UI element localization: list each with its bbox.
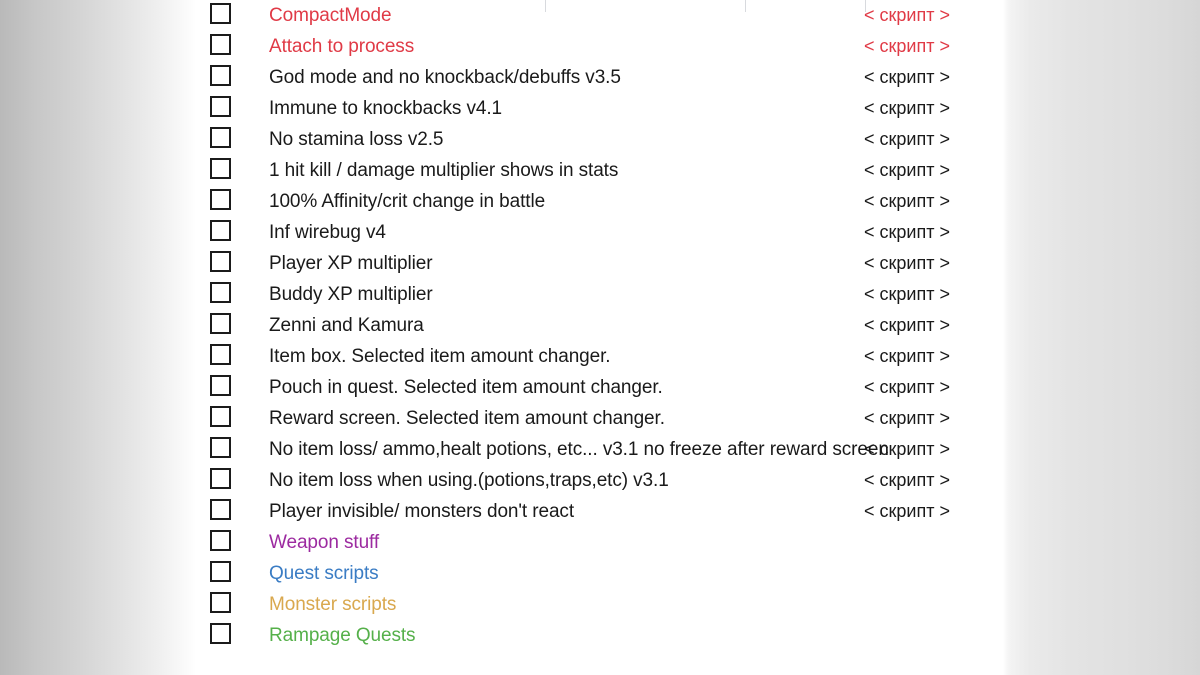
cheat-entry-value[interactable]: < скрипт > — [864, 93, 950, 124]
enable-checkbox[interactable] — [210, 127, 231, 148]
cheat-table-row[interactable]: No item loss/ ammo,healt potions, etc...… — [196, 434, 1003, 465]
cheat-table-row[interactable]: Item box. Selected item amount changer. <… — [196, 341, 1003, 372]
right-gutter — [1003, 0, 1200, 675]
enable-checkbox[interactable] — [210, 282, 231, 303]
cheat-entry-value[interactable]: < скрипт > — [864, 186, 950, 217]
cheat-table-row[interactable]: Player XP multiplier < скрипт > — [196, 248, 1003, 279]
enable-checkbox[interactable] — [210, 96, 231, 117]
enable-checkbox[interactable] — [210, 189, 231, 210]
cheat-entry-description[interactable]: No stamina loss v2.5 — [269, 124, 443, 155]
cheat-entry-description[interactable]: 100% Affinity/crit change in battle — [269, 186, 545, 217]
cheat-table-row[interactable]: Quest scripts — [196, 558, 1003, 589]
cheat-entry-description[interactable]: Item box. Selected item amount changer. — [269, 341, 611, 372]
cheat-table-row[interactable]: Rampage Quests — [196, 620, 1003, 651]
cheat-table-row[interactable]: Buddy XP multiplier < скрипт > — [196, 279, 1003, 310]
cheat-table-row[interactable]: Weapon stuff — [196, 527, 1003, 558]
cheat-entry-value[interactable]: < скрипт > — [864, 62, 950, 93]
cheat-entry-value[interactable]: < скрипт > — [864, 217, 950, 248]
enable-checkbox[interactable] — [210, 437, 231, 458]
cheat-entry-description[interactable]: Reward screen. Selected item amount chan… — [269, 403, 665, 434]
cheat-entry-description[interactable]: Rampage Quests — [269, 620, 416, 651]
enable-checkbox[interactable] — [210, 65, 231, 86]
cheat-table-row[interactable]: Inf wirebug v4 < скрипт > — [196, 217, 1003, 248]
cheat-entry-description[interactable]: Inf wirebug v4 — [269, 217, 386, 248]
cheat-table-row[interactable]: God mode and no knockback/debuffs v3.5 < … — [196, 62, 1003, 93]
enable-checkbox[interactable] — [210, 220, 231, 241]
cheat-entry-description[interactable]: Pouch in quest. Selected item amount cha… — [269, 372, 663, 403]
cheat-entry-list[interactable]: CompactMode < скрипт > Attach to process < … — [196, 0, 1003, 675]
cheat-table-row[interactable]: Pouch in quest. Selected item amount cha… — [196, 372, 1003, 403]
cheat-entry-description[interactable]: Immune to knockbacks v4.1 — [269, 93, 502, 124]
cheat-entry-value[interactable]: < скрипт > — [864, 279, 950, 310]
cheat-table-row[interactable]: No item loss when using.(potions,traps,e… — [196, 465, 1003, 496]
enable-checkbox[interactable] — [210, 406, 231, 427]
cheat-entry-value[interactable]: < скрипт > — [864, 310, 950, 341]
cheat-entry-description[interactable]: God mode and no knockback/debuffs v3.5 — [269, 62, 621, 93]
cheat-table-row[interactable]: Zenni and Kamura < скрипт > — [196, 310, 1003, 341]
cheat-entry-description[interactable]: Quest scripts — [269, 558, 379, 589]
cheat-entry-description[interactable]: No item loss when using.(potions,traps,e… — [269, 465, 669, 496]
cheat-table-row[interactable]: 100% Affinity/crit change in battle < скр… — [196, 186, 1003, 217]
cheat-entry-value[interactable]: < скрипт > — [864, 248, 950, 279]
cheat-entry-description[interactable]: Zenni and Kamura — [269, 310, 424, 341]
cheat-table-row[interactable]: Attach to process < скрипт > — [196, 31, 1003, 62]
enable-checkbox[interactable] — [210, 499, 231, 520]
cheat-entry-value[interactable]: < скрипт > — [864, 124, 950, 155]
enable-checkbox[interactable] — [210, 561, 231, 582]
cheat-table-row[interactable]: Player invisible/ monsters don't react < … — [196, 496, 1003, 527]
cheat-table-row[interactable]: 1 hit kill / damage multiplier shows in … — [196, 155, 1003, 186]
cheat-entry-description[interactable]: Attach to process — [269, 31, 414, 62]
cheat-entry-value[interactable]: < скрипт > — [864, 31, 950, 62]
enable-checkbox[interactable] — [210, 375, 231, 396]
cheat-entry-value[interactable]: < скрипт > — [864, 372, 950, 403]
cheat-entry-description[interactable]: 1 hit kill / damage multiplier shows in … — [269, 155, 618, 186]
enable-checkbox[interactable] — [210, 158, 231, 179]
cheat-entry-value[interactable]: < скрипт > — [864, 0, 950, 31]
cheat-entry-description[interactable]: Weapon stuff — [269, 527, 379, 558]
cheat-entry-value[interactable]: < скрипт > — [864, 434, 950, 465]
enable-checkbox[interactable] — [210, 623, 231, 644]
cheat-entry-description[interactable]: CompactMode — [269, 0, 392, 31]
cheat-entry-description[interactable]: Player invisible/ monsters don't react — [269, 496, 574, 527]
enable-checkbox[interactable] — [210, 592, 231, 613]
cheat-table-row[interactable]: CompactMode < скрипт > — [196, 0, 1003, 31]
enable-checkbox[interactable] — [210, 3, 231, 24]
enable-checkbox[interactable] — [210, 313, 231, 334]
enable-checkbox[interactable] — [210, 344, 231, 365]
enable-checkbox[interactable] — [210, 34, 231, 55]
cheat-entry-description[interactable]: Buddy XP multiplier — [269, 279, 433, 310]
cheat-entry-value[interactable]: < скрипт > — [864, 155, 950, 186]
cheat-table-window: CompactMode < скрипт > Attach to process < … — [0, 0, 1200, 675]
left-gutter — [0, 0, 196, 675]
enable-checkbox[interactable] — [210, 530, 231, 551]
cheat-table-row[interactable]: No stamina loss v2.5 < скрипт > — [196, 124, 1003, 155]
cheat-entry-value[interactable]: < скрипт > — [864, 465, 950, 496]
enable-checkbox[interactable] — [210, 251, 231, 272]
cheat-table-row[interactable]: Monster scripts — [196, 589, 1003, 620]
cheat-entry-value[interactable]: < скрипт > — [864, 341, 950, 372]
cheat-table-row[interactable]: Reward screen. Selected item amount chan… — [196, 403, 1003, 434]
enable-checkbox[interactable] — [210, 468, 231, 489]
cheat-entry-description[interactable]: Player XP multiplier — [269, 248, 433, 279]
cheat-entry-value[interactable]: < скрипт > — [864, 496, 950, 527]
cheat-entry-value[interactable]: < скрипт > — [864, 403, 950, 434]
cheat-entry-description[interactable]: No item loss/ ammo,healt potions, etc...… — [269, 434, 889, 465]
cheat-table-row[interactable]: Immune to knockbacks v4.1 < скрипт > — [196, 93, 1003, 124]
cheat-entry-description[interactable]: Monster scripts — [269, 589, 396, 620]
